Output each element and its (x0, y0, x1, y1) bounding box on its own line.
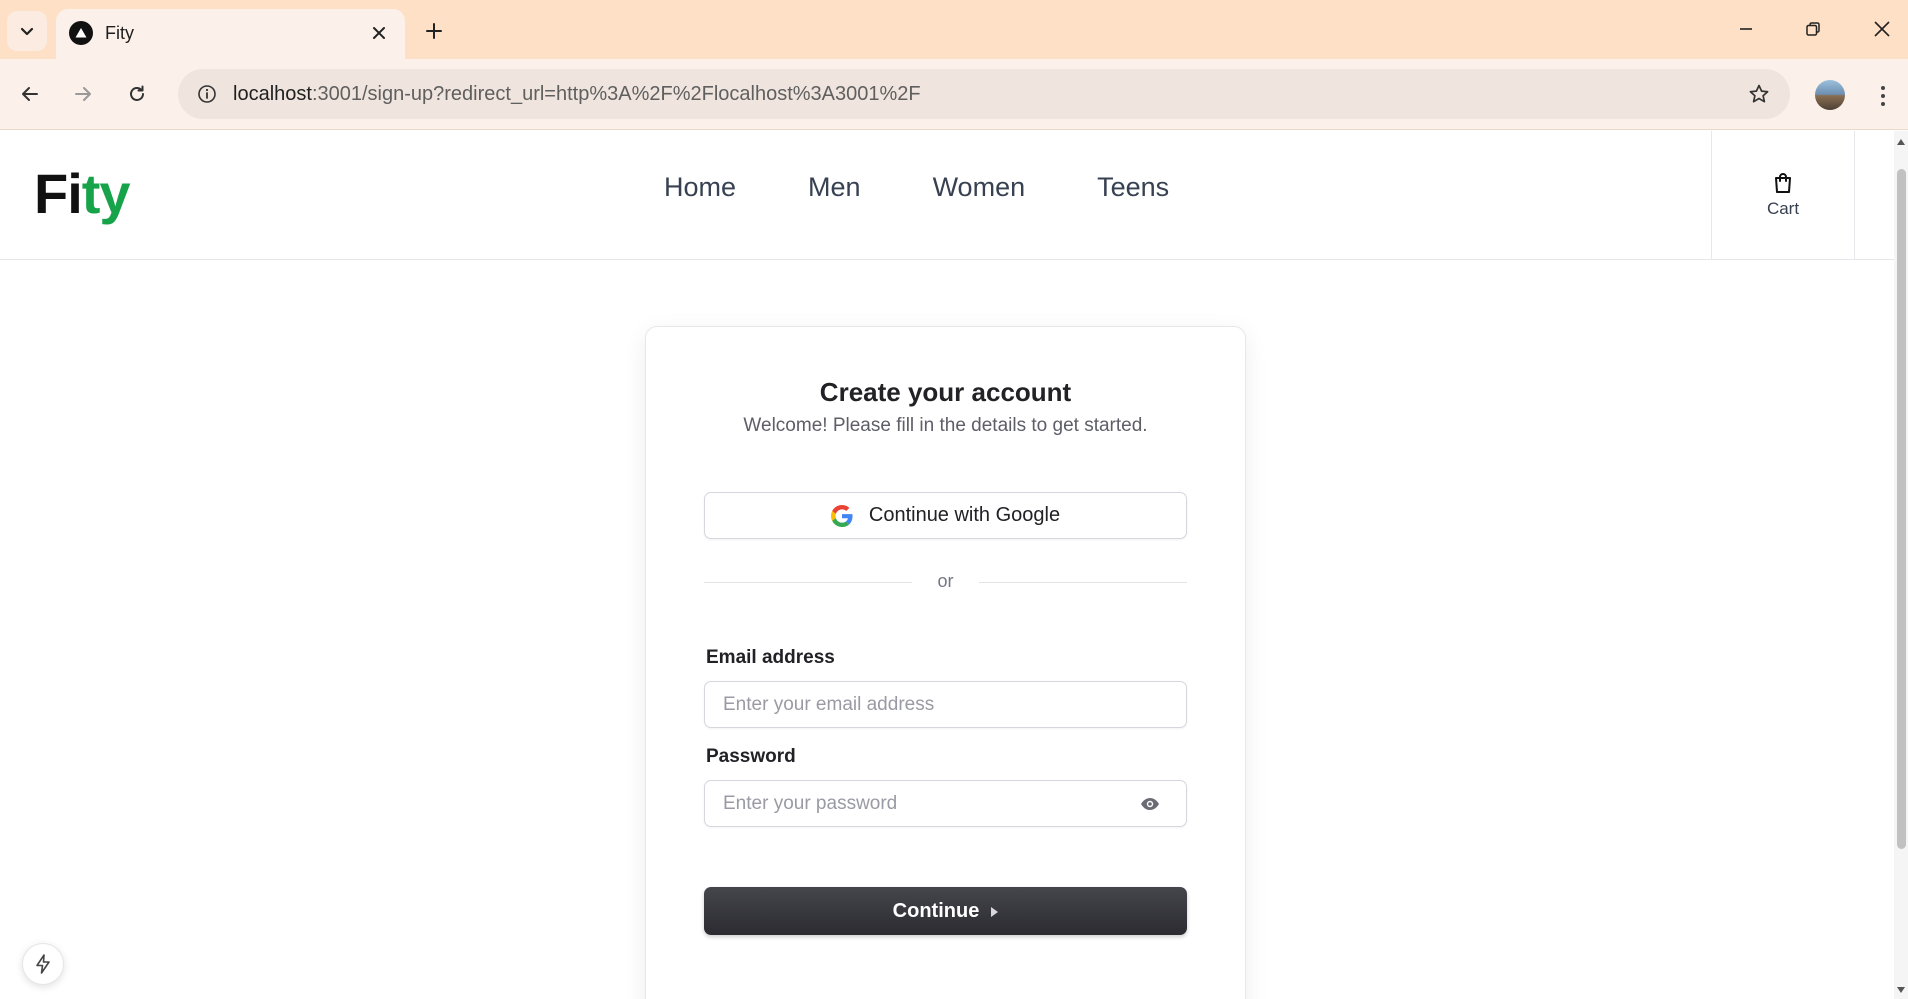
tab-strip: Fity (0, 0, 1908, 59)
minimize-icon (1740, 28, 1752, 30)
card-subtitle: Welcome! Please fill in the details to g… (743, 415, 1148, 436)
continue-label: Continue (892, 899, 980, 922)
more-vert-icon[interactable] (1868, 76, 1898, 116)
address-bar[interactable]: localhost:3001/sign-up?redirect_url=http… (178, 69, 1790, 119)
back-icon (22, 87, 38, 101)
restore-button[interactable] (1791, 9, 1835, 49)
page-scrollbar[interactable] (1894, 131, 1908, 999)
eye-icon[interactable] (1140, 795, 1160, 813)
forward-button[interactable] (63, 74, 103, 114)
logo-part-1: Fi (34, 162, 83, 225)
shopping-bag-icon (1775, 173, 1791, 193)
email-field[interactable] (705, 682, 1125, 727)
url-host: localhost (233, 83, 312, 105)
tab-title: Fity (105, 23, 134, 43)
password-label: Password (706, 746, 796, 767)
or-divider: or (704, 567, 1187, 597)
play-arrow-icon (991, 906, 999, 917)
lightning-icon (36, 954, 50, 974)
signup-card: Create your account Welcome! Please fill… (645, 326, 1246, 999)
star-icon[interactable] (1746, 81, 1772, 107)
reload-icon (130, 85, 144, 101)
window-close-icon (1874, 21, 1890, 37)
card-title: Create your account (819, 377, 1072, 407)
forward-icon (75, 87, 91, 101)
cart-label: Cart (1766, 199, 1800, 218)
nav-men[interactable]: Men (808, 172, 861, 203)
cart-button[interactable]: Cart (1711, 131, 1855, 259)
google-signin-button[interactable]: Continue with Google (704, 492, 1187, 539)
url-text[interactable]: localhost:3001/sign-up?redirect_url=http… (233, 83, 921, 106)
back-button[interactable] (10, 74, 50, 114)
nav-teens[interactable]: Teens (1097, 172, 1169, 203)
triangle-logo-icon (69, 21, 93, 45)
site-header: Fity Home Men Women Teens Cart (0, 131, 1894, 260)
browser-toolbar: localhost:3001/sign-up?redirect_url=http… (0, 59, 1908, 130)
google-icon (830, 504, 853, 527)
browser-tab[interactable]: Fity (56, 9, 405, 59)
scroll-down-icon[interactable] (1897, 987, 1905, 993)
divider-line-right (979, 582, 1187, 583)
logo[interactable]: Fity (34, 161, 131, 226)
main-nav: Home Men Women Teens (664, 172, 1169, 203)
dev-tools-badge[interactable] (22, 943, 64, 985)
chevron-down-icon (20, 27, 34, 36)
continue-button[interactable]: Continue (704, 887, 1187, 935)
tab-list-button[interactable] (7, 11, 47, 51)
site-info-icon[interactable] (190, 77, 224, 111)
close-icon[interactable] (367, 21, 391, 45)
logo-part-2: ty (81, 162, 131, 225)
restore-icon (1806, 22, 1820, 36)
password-field-container (704, 780, 1187, 827)
plus-icon (426, 23, 442, 39)
nav-home[interactable]: Home (664, 172, 736, 203)
avatar[interactable] (1815, 80, 1845, 110)
url-path: :3001/sign-up?redirect_url=http%3A%2F%2F… (311, 83, 921, 105)
nav-women[interactable]: Women (933, 172, 1026, 203)
password-field[interactable] (705, 781, 1125, 826)
email-field-container (704, 681, 1187, 728)
page-viewport: Fity Home Men Women Teens Cart Create yo… (0, 131, 1894, 999)
minimize-button[interactable] (1724, 9, 1768, 49)
window-close-button[interactable] (1860, 9, 1904, 49)
scroll-thumb[interactable] (1897, 169, 1906, 849)
reload-button[interactable] (117, 74, 157, 114)
new-tab-button[interactable] (416, 13, 452, 49)
email-label: Email address (706, 647, 835, 668)
google-button-label: Continue with Google (868, 504, 1061, 526)
scroll-up-icon[interactable] (1897, 139, 1905, 145)
